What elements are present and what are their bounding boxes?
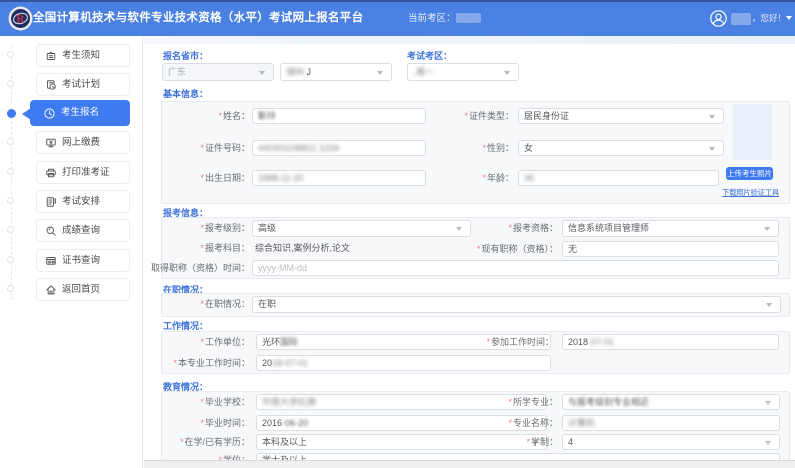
svg-text:R: R: [16, 14, 25, 26]
